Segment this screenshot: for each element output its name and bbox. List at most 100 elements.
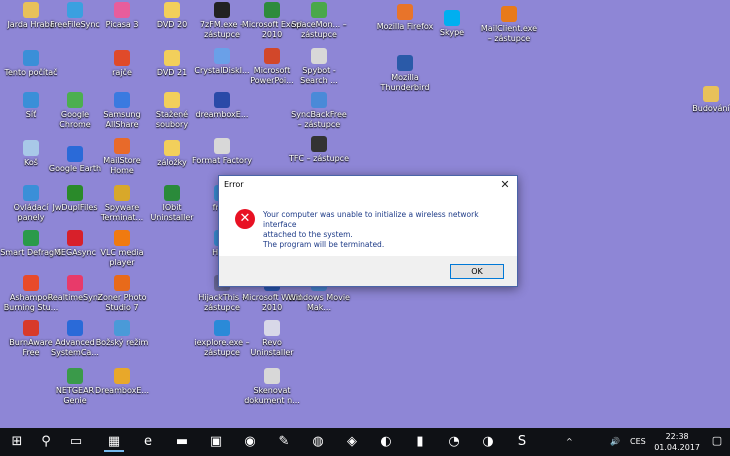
desktop-icon[interactable]: Zoner Photo Studio 7 (91, 275, 153, 313)
recycle-bin-icon (23, 140, 39, 156)
desktop-icon[interactable]: Format Factory (191, 138, 253, 166)
desktop-icon-label: Mozilla Thunderbird (380, 73, 430, 92)
store-icon[interactable]: ▣ (206, 432, 226, 452)
dreambox-icon (114, 368, 130, 384)
spacemonger-icon (311, 2, 327, 18)
godmode-icon (114, 320, 130, 336)
crystaldisk-icon (214, 48, 230, 64)
desktop-icon[interactable]: SpaceMon... – zástupce (288, 2, 350, 40)
dialog-message: Your computer was unable to initialize a… (263, 210, 503, 250)
7zip-icon (214, 2, 230, 18)
desktop-icon-label: TFC – zástupce (288, 154, 350, 163)
desktop-icon[interactable]: VLC media player (91, 230, 153, 268)
dialog-body: ✕ Your computer was unable to initialize… (219, 194, 517, 256)
syncback-icon (311, 92, 327, 108)
freefilesync-icon (67, 2, 83, 18)
control-panel-icon (23, 185, 39, 201)
desktop-icon-label: Spybot - Search ... (300, 66, 338, 85)
desktop-icon[interactable]: Skenovat dokument n... (241, 368, 303, 406)
taskbar: ⊞ ⚲ ▭ ^ 🔊 CES 22:38 01.04.2017 ▢ ▦ e ▬ ▣ ◉ ✎ ◍… (0, 428, 730, 456)
desktop-icon-label: Skenovat dokument n... (244, 386, 300, 405)
format-factory-icon (214, 138, 230, 154)
desktop-icon-label: SyncBackFree – zástupce (291, 110, 347, 129)
desktop-icon-label: dreamboxE... (195, 110, 249, 119)
realtimesync-icon (67, 275, 83, 291)
file-explorer-icon[interactable]: ▬ (172, 432, 192, 452)
powerpoint-icon (264, 48, 280, 64)
desktop-icon-label: Božský režim (95, 338, 149, 347)
thunderbird-icon (397, 55, 413, 71)
app-7-icon[interactable]: ◈ (342, 432, 362, 452)
clock-date: 01.04.2017 (654, 443, 700, 452)
desktop-icon[interactable]: Mozilla Thunderbird (374, 55, 436, 93)
app-9-icon[interactable]: ▮ (410, 432, 430, 452)
search-icon[interactable]: ⚲ (36, 432, 56, 452)
dialog-title: Error (224, 180, 244, 189)
ie-icon (214, 320, 230, 336)
app-10-icon[interactable]: ◔ (444, 432, 464, 452)
tray-chevron-icon[interactable]: ^ (566, 436, 573, 448)
desktop-icon[interactable]: Revo Uninstaller (241, 320, 303, 358)
dialog-footer: OK (219, 256, 517, 286)
network-icon (23, 92, 39, 108)
excel-icon (264, 2, 280, 18)
skype-icon[interactable]: S (512, 432, 532, 452)
desktop-icon-label: Format Factory (192, 156, 252, 165)
scanner-icon (264, 368, 280, 384)
allshare-icon (114, 92, 130, 108)
app-8-icon[interactable]: ◐ (376, 432, 396, 452)
zoner-icon (114, 275, 130, 291)
firefox-icon[interactable]: ◉ (240, 432, 260, 452)
chrome-icon[interactable]: ◍ (308, 432, 328, 452)
folder-icon (703, 86, 719, 102)
vlc-icon (114, 230, 130, 246)
burnaware-icon (23, 320, 39, 336)
desktop-icon[interactable]: Božský režim (91, 320, 153, 348)
advanced-systemcare-icon (67, 320, 83, 336)
dialog-titlebar[interactable]: Error ✕ (219, 176, 517, 194)
spyware-terminator-icon (114, 185, 130, 201)
folder-icon (164, 140, 180, 156)
app-5-icon[interactable]: ✎ (274, 432, 294, 452)
desktop-icon-label: Budování (692, 104, 730, 113)
folder-download-icon (164, 92, 180, 108)
message-line: attached to the system. (263, 230, 353, 239)
close-icon[interactable]: ✕ (497, 177, 513, 193)
desktop-icon[interactable]: Skype (421, 10, 483, 38)
windows-start-icon[interactable]: ⊞ (7, 432, 27, 452)
error-dialog: Error ✕ ✕ Your computer was unable to in… (218, 175, 518, 287)
google-earth-icon (67, 146, 83, 162)
desktop-icon[interactable]: Spybot - Search ... (288, 48, 350, 86)
desktop-icon[interactable]: Tento počítač (0, 50, 62, 78)
mailstore-icon (114, 138, 130, 154)
iobit-icon (164, 185, 180, 201)
app-1-icon[interactable]: ▦ (104, 432, 124, 452)
picasa-icon (114, 2, 130, 18)
message-line: Your computer was unable to initialize a… (263, 210, 479, 229)
app-11-icon[interactable]: ◑ (478, 432, 498, 452)
volume-icon[interactable]: 🔊 (610, 436, 620, 448)
skype-icon (444, 10, 460, 26)
desktop-icon[interactable]: MailClient.exe – zástupce (478, 6, 540, 44)
clock[interactable]: 22:38 01.04.2017 (654, 431, 700, 453)
notification-icon[interactable]: ▢ (710, 434, 724, 448)
tfc-icon (311, 136, 327, 152)
desktop-icon-label: Tento počítač (4, 68, 58, 77)
desktop-icon[interactable]: Budování (680, 86, 730, 114)
desktop-icon-label: MailClient.exe – zástupce (480, 24, 538, 43)
desktop-icon[interactable]: dreamboxE... (191, 92, 253, 120)
desktop-icon-label: Revo Uninstaller (250, 338, 294, 357)
language-indicator[interactable]: CES (630, 436, 646, 448)
desktop-icon[interactable]: TFC – zástupce (288, 136, 350, 164)
computer-icon (23, 50, 39, 66)
rajce-icon (114, 50, 130, 66)
desktop-icon[interactable]: SyncBackFree – zástupce (288, 92, 350, 130)
ok-button[interactable]: OK (450, 264, 504, 279)
jwduplfiles-icon (67, 185, 83, 201)
smart-defrag-icon (23, 230, 39, 246)
desktop-icon-label: Skype (439, 28, 465, 37)
edge-icon[interactable]: e (138, 432, 158, 452)
netgear-icon (67, 368, 83, 384)
task-view-icon[interactable]: ▭ (66, 432, 86, 452)
desktop-icon[interactable]: DreamboxE... (91, 368, 153, 396)
